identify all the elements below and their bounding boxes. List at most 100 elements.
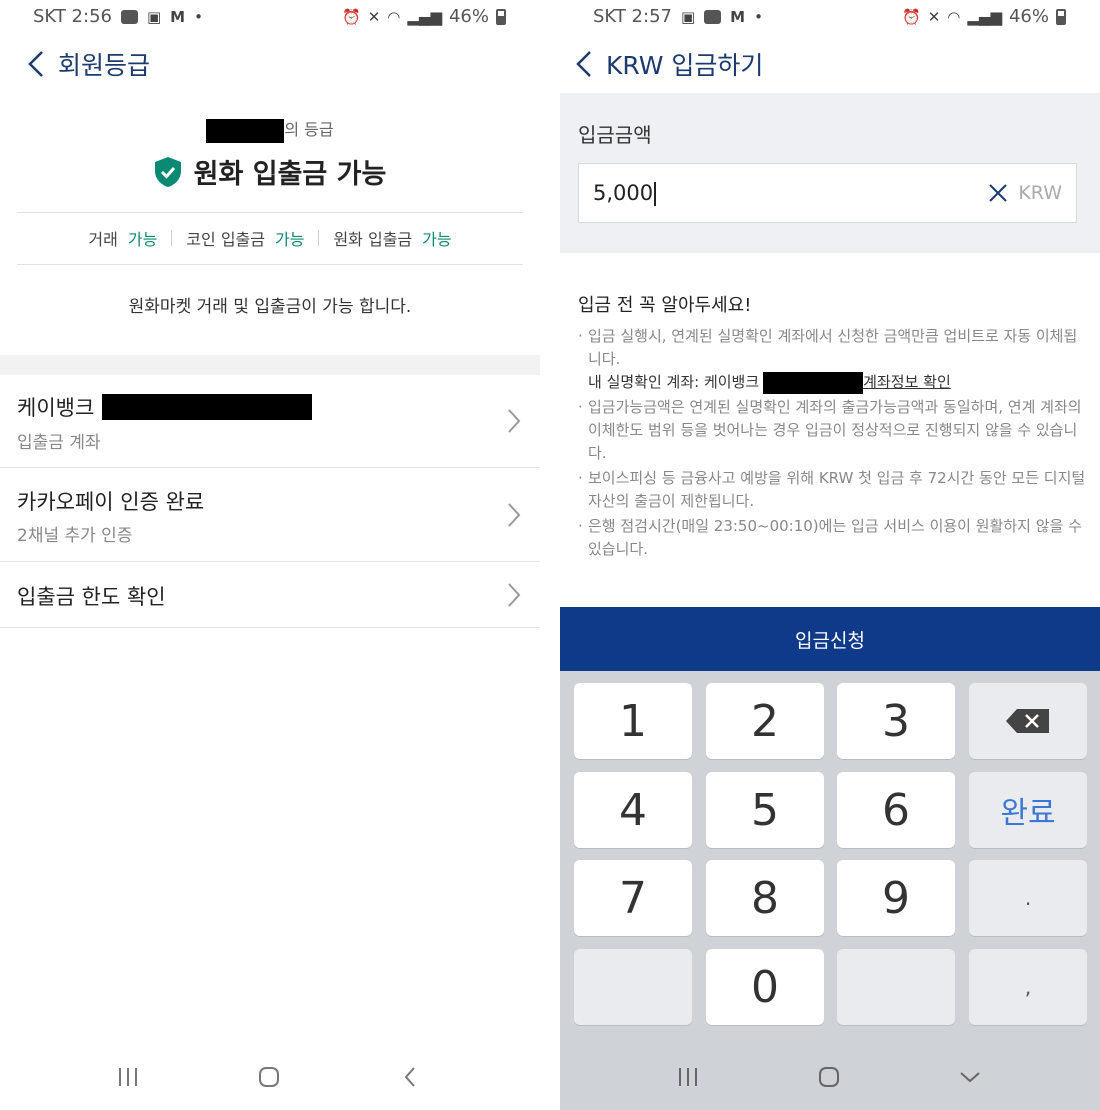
grade-owner-suffix: 의 등급: [284, 120, 334, 139]
mute-icon: ✕: [927, 7, 941, 26]
grade-heading: 원화 입출금 가능: [0, 152, 540, 191]
wifi-icon: ◠: [947, 7, 961, 26]
account-info-link[interactable]: 계좌정보 확인: [863, 371, 951, 394]
krw-deposit-screen: SKT 2:57 ▣ M • ⏰ ✕ ◠ ▂▄▆ 46% KRW 입금하기 입금…: [560, 0, 1100, 1110]
info-text: 입금 실행시, 연계된 실명확인 계좌에서 신청한 금액만큼 업비트로 자동 이…: [588, 327, 1078, 368]
battery-percent: 46%: [1008, 6, 1049, 27]
key-6[interactable]: 6: [837, 772, 955, 848]
empty-key: [837, 949, 955, 1025]
done-key[interactable]: 완료: [969, 772, 1087, 848]
permission-krw-transfer: 원화 입출금 가능: [319, 226, 465, 250]
key-2[interactable]: 2: [706, 683, 824, 759]
key-4[interactable]: 4: [574, 772, 692, 848]
permission-summary: 거래 가능 코인 입출금 가능 원화 입출금 가능: [0, 226, 540, 250]
page-title: 회원등급: [58, 51, 151, 80]
permission-value: 가능: [275, 230, 305, 249]
menu-item-title: 카카오페이 인증 완료: [17, 490, 205, 514]
shield-check-icon: [154, 156, 181, 187]
info-item: 은행 점검시간(매일 23:50~00:10)에는 입금 서비스 이용이 원활하…: [578, 515, 1088, 561]
gmail-notification-icon: M: [730, 7, 746, 26]
gallery-notification-icon: ▣: [146, 7, 162, 26]
permission-label: 원화 입출금: [333, 230, 413, 249]
redacted-account-number: [102, 394, 313, 420]
home-icon[interactable]: [814, 1062, 844, 1092]
chevron-right-icon: [508, 503, 521, 527]
status-time: SKT 2:57: [593, 6, 672, 27]
back-nav-icon[interactable]: [395, 1062, 425, 1092]
permission-coin-transfer: 코인 입출금 가능: [172, 226, 318, 250]
text-caret: [654, 182, 657, 206]
currency-unit: KRW: [1018, 182, 1062, 204]
grade-screen: SKT 2:56 ▣ M • ⏰ ✕ ◠ ▂▄▆ 46% 회원등급 의 등급 원…: [0, 0, 540, 1110]
status-time: SKT 2:56: [33, 6, 112, 27]
signal-icon: ▂▄▆: [407, 7, 442, 26]
bank-name: 케이뱅크: [17, 396, 95, 420]
back-arrow-icon[interactable]: [560, 41, 594, 87]
more-notifications-icon: •: [754, 7, 763, 26]
divider: [17, 264, 523, 265]
permission-value: 가능: [422, 230, 452, 249]
key-5[interactable]: 5: [706, 772, 824, 848]
battery-icon: [496, 8, 506, 25]
gmail-notification-icon: M: [170, 7, 186, 26]
permission-trade: 거래 가능: [74, 226, 171, 250]
chevron-right-icon: [508, 409, 521, 433]
amount-value: 5,000: [593, 181, 657, 206]
more-notifications-icon: •: [194, 7, 203, 26]
info-item: 입금 실행시, 연계된 실명확인 계좌에서 신청한 금액만큼 업비트로 자동 이…: [578, 325, 1088, 394]
backspace-icon: [1006, 709, 1049, 733]
menu-item-subtitle: 2채널 추가 인증: [17, 526, 133, 546]
amount-text: 5,000: [593, 181, 654, 205]
chevron-right-icon: [508, 583, 521, 607]
key-7[interactable]: 7: [574, 860, 692, 936]
permission-label: 거래: [88, 230, 118, 249]
mute-icon: ✕: [367, 7, 381, 26]
info-item: 보이스피싱 등 금융사고 예방을 위해 KRW 첫 입금 후 72시간 동안 모…: [578, 467, 1088, 513]
home-icon[interactable]: [254, 1062, 284, 1092]
grade-name: 원화 입출금 가능: [193, 159, 387, 190]
numeric-keypad: 1 2 3 4 5 6 완료 7 8 9 . 0 ,: [560, 671, 1100, 1110]
clear-icon[interactable]: [986, 181, 1010, 205]
section-gap: [0, 355, 540, 375]
battery-icon: [1056, 8, 1066, 25]
status-bar: SKT 2:57 ▣ M • ⏰ ✕ ◠ ▂▄▆ 46%: [560, 0, 1100, 34]
battery-percent: 46%: [448, 6, 489, 27]
system-nav-bar: [560, 1046, 1100, 1110]
redacted-account-number: [763, 371, 864, 394]
signal-icon: ▂▄▆: [967, 7, 1002, 26]
key-1[interactable]: 1: [574, 683, 692, 759]
system-nav-bar: [0, 1046, 540, 1110]
account-line: 내 실명확인 계좌: 케이뱅크 계좌정보 확인: [588, 371, 1088, 394]
wifi-icon: ◠: [387, 7, 401, 26]
dot-key[interactable]: .: [969, 860, 1087, 936]
permission-value: 가능: [127, 230, 158, 249]
alarm-icon: ⏰: [902, 7, 921, 26]
recent-apps-icon[interactable]: [113, 1062, 143, 1092]
info-heading: 입금 전 꼭 알아두세요!: [578, 295, 752, 316]
hide-keyboard-icon[interactable]: [955, 1062, 985, 1092]
menu-item-kakaopay-auth[interactable]: 카카오페이 인증 완료 2채널 추가 인증: [0, 468, 540, 562]
status-bar: SKT 2:56 ▣ M • ⏰ ✕ ◠ ▂▄▆ 46%: [0, 0, 540, 34]
gallery-notification-icon: ▣: [680, 7, 696, 26]
backspace-key[interactable]: [969, 683, 1087, 759]
menu-item-title: 케이뱅크: [17, 392, 313, 422]
recent-apps-icon[interactable]: [673, 1062, 703, 1092]
key-9[interactable]: 9: [837, 860, 955, 936]
divider: [17, 212, 523, 213]
deposit-request-button[interactable]: 입금신청: [560, 607, 1100, 671]
comma-key[interactable]: ,: [969, 949, 1087, 1025]
menu-item-transfer-limit[interactable]: 입출금 한도 확인: [0, 562, 540, 628]
alarm-icon: ⏰: [342, 7, 361, 26]
back-arrow-icon[interactable]: [0, 41, 46, 87]
screen-divider: [540, 0, 560, 1110]
key-3[interactable]: 3: [837, 683, 955, 759]
key-8[interactable]: 8: [706, 860, 824, 936]
page-title: KRW 입금하기: [606, 51, 764, 80]
key-0[interactable]: 0: [706, 949, 824, 1025]
menu-item-bank-account[interactable]: 케이뱅크 입출금 계좌: [0, 375, 540, 468]
talk-notification-icon: [120, 9, 138, 24]
app-bar: KRW 입금하기: [560, 40, 1100, 88]
info-item: 입금가능금액은 연계된 실명확인 계좌의 출금가능금액과 동일하며, 연계 계좌…: [578, 396, 1088, 465]
account-prefix: 내 실명확인 계좌: 케이뱅크: [588, 373, 760, 391]
amount-input[interactable]: 5,000 KRW: [578, 163, 1077, 223]
